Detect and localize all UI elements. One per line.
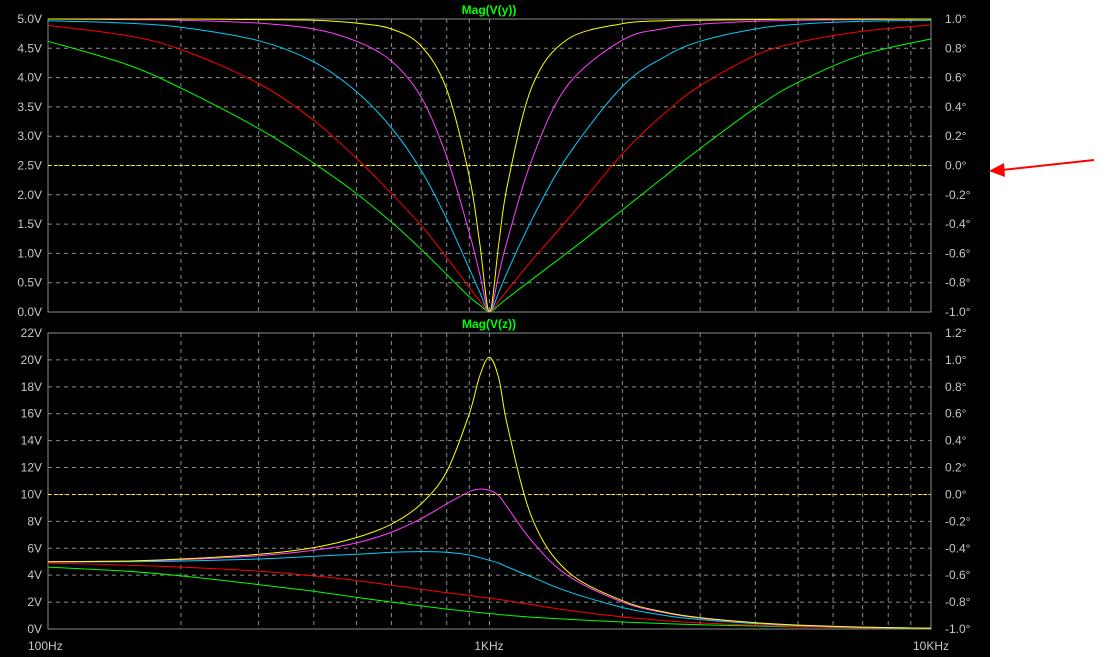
y-tick-label: 8V	[27, 514, 42, 528]
plot-window: Mag(V(y)) 0.0V 0.5V 1.0V 1.5V 2.0V 2.5V 3.0V 3.…	[0, 0, 990, 657]
right-y-tick-label: -0.2°	[945, 514, 971, 528]
right-y-tick-label: -0.2°	[945, 188, 971, 202]
right-y-tick-label: 0.6°	[945, 71, 967, 85]
y-tick-label: 10V	[21, 487, 42, 501]
y-tick-label: 4V	[27, 568, 42, 582]
y-tick-label: 1.0V	[17, 246, 42, 260]
y-tick-label: 0V	[27, 622, 42, 636]
y-tick-label: 22V	[21, 326, 42, 340]
y-tick-label: 1.5V	[17, 217, 42, 231]
y-tick-label: 18V	[21, 380, 42, 394]
right-y-tick-label: 1.2°	[945, 326, 967, 340]
waveform-plot: Mag(V(y)) 0.0V 0.5V 1.0V 1.5V 2.0V 2.5V 3.0V 3.…	[0, 0, 990, 657]
right-y-tick-label: 0.4°	[945, 100, 967, 114]
y-tick-label: 4.5V	[17, 41, 42, 55]
right-y-tick-label: 1.0°	[945, 12, 967, 26]
pane-title-mag-vz[interactable]: Mag(V(z))	[462, 317, 516, 331]
annotation-arrow-head	[989, 163, 1005, 177]
right-y-tick-label: 0.8°	[945, 380, 967, 394]
y-tick-label: 14V	[21, 434, 42, 448]
pane-title-mag-vy[interactable]: Mag(V(y))	[462, 3, 517, 17]
y-tick-label: 0.0V	[17, 305, 42, 319]
y-tick-label: 2V	[27, 595, 42, 609]
right-y-tick-label: -0.6°	[945, 568, 971, 582]
annotation-arrow-shaft	[1001, 159, 1095, 171]
right-y-tick-label: 1.0°	[945, 353, 967, 367]
right-y-tick-label: 0.4°	[945, 434, 967, 448]
right-y-tick-label: -0.8°	[945, 595, 971, 609]
right-y-tick-label: 0.0°	[945, 487, 967, 501]
right-y-tick-label: 0.2°	[945, 461, 967, 475]
right-y-tick-label: -1.0°	[945, 305, 971, 319]
x-tick-label: 10KHz	[913, 639, 949, 653]
y-tick-label: 5.0V	[17, 12, 42, 26]
right-y-tick-label: -0.4°	[945, 541, 971, 555]
right-y-tick-label: -0.8°	[945, 276, 971, 290]
y-tick-label: 0.5V	[17, 276, 42, 290]
right-y-tick-label: -0.6°	[945, 246, 971, 260]
y-tick-label: 3.5V	[17, 100, 42, 114]
right-y-tick-label: 0.0°	[945, 159, 967, 173]
y-tick-label: 2.0V	[17, 188, 42, 202]
right-y-tick-label: -0.4°	[945, 217, 971, 231]
x-tick-label: 100Hz	[28, 639, 63, 653]
right-y-tick-label: 0.2°	[945, 129, 967, 143]
right-y-tick-label: 0.8°	[945, 41, 967, 55]
y-tick-label: 3.0V	[17, 129, 42, 143]
right-y-tick-label: -1.0°	[945, 622, 971, 636]
y-tick-label: 20V	[21, 353, 42, 367]
right-y-tick-label: 0.6°	[945, 407, 967, 421]
y-tick-label: 6V	[27, 541, 42, 555]
y-tick-label: 2.5V	[17, 159, 42, 173]
y-tick-label: 16V	[21, 407, 42, 421]
x-tick-label: 1KHz	[474, 639, 503, 653]
y-tick-label: 12V	[21, 461, 42, 475]
y-tick-label: 4.0V	[17, 71, 42, 85]
